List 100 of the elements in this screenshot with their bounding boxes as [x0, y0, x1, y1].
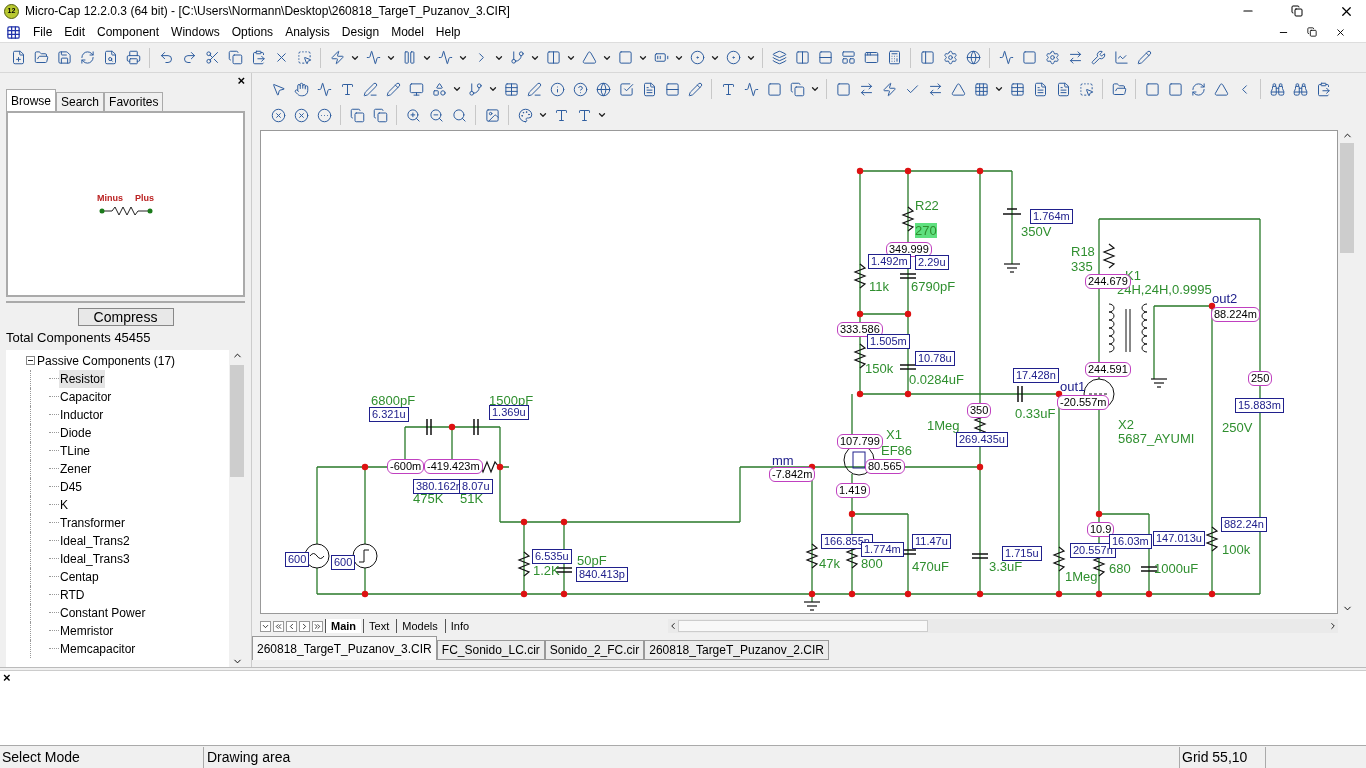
current-readout: 600: [331, 555, 356, 570]
tree-item[interactable]: Zener: [59, 459, 93, 478]
component-value: 150k: [865, 361, 894, 376]
component-value: 100k: [1222, 542, 1251, 557]
menu-item[interactable]: Component: [97, 23, 160, 41]
current-readout: 6.535u: [532, 549, 572, 564]
tree-item[interactable]: Ideal_Trans3: [59, 549, 131, 568]
panel-tab[interactable]: Favorites: [104, 92, 164, 111]
component-total: Total Components 45455: [6, 329, 151, 347]
tree-item[interactable]: Constant Power: [59, 603, 147, 622]
component-value: R18: [1071, 244, 1095, 259]
tree-item[interactable]: Inductor: [59, 405, 105, 424]
component-value: 1Meg: [1065, 569, 1098, 584]
node-name: out2: [1212, 291, 1238, 306]
file-tab[interactable]: FC_Sonido_LC.cir: [436, 640, 545, 660]
tree-item[interactable]: Passive Components (17): [37, 351, 176, 370]
component-value: 470uF: [912, 559, 949, 574]
status-message: Drawing area: [204, 746, 1180, 768]
voltage-readout: -600m: [387, 459, 425, 474]
menu-item[interactable]: Windows: [171, 23, 220, 41]
component-value: 270: [915, 223, 937, 238]
file-tab[interactable]: 260818_TargeT_Puzanov_3.CIR: [252, 636, 437, 660]
tree-item[interactable]: Memristor: [59, 621, 115, 640]
menu-item[interactable]: File: [33, 23, 53, 41]
component-value: 1.2K: [533, 563, 560, 578]
file-tab[interactable]: 260818_TargeT_Puzanov_2.CIR: [644, 640, 830, 660]
current-readout: 882.24n: [1221, 517, 1267, 532]
component-value: 1000uF: [1154, 561, 1199, 576]
pin-label: Plus: [135, 192, 154, 206]
component-value: 0.0284uF: [909, 372, 964, 387]
component-value: 680: [1109, 561, 1131, 576]
component-value: X1: [886, 427, 902, 442]
tree-item[interactable]: K: [59, 495, 69, 514]
current-readout: 147.013u: [1153, 531, 1205, 546]
node-name: out1: [1060, 379, 1086, 394]
current-readout: 1.715u: [1002, 546, 1042, 561]
tree-item[interactable]: Transformer: [59, 513, 126, 532]
component-value: 1500pF: [489, 393, 534, 408]
file-tab[interactable]: Sonido_2_FC.cir: [544, 640, 645, 660]
tree-item[interactable]: Resistor: [59, 369, 105, 388]
panel-tab[interactable]: Browse: [6, 89, 56, 111]
panel-tab[interactable]: Search: [56, 92, 105, 111]
voltage-readout: -20.557m: [1057, 395, 1110, 410]
component-value: 0.33uF: [1015, 406, 1056, 421]
component-value: 6800pF: [371, 393, 416, 408]
voltage-readout: 10.9: [1087, 522, 1115, 537]
component-value: 6790pF: [911, 279, 956, 294]
current-readout: 1.764m: [1030, 209, 1073, 224]
close-button[interactable]: ×: [0, 671, 11, 745]
tree-item[interactable]: Ideal_Trans2: [59, 531, 131, 550]
component-value: 475K: [413, 491, 444, 506]
close-button[interactable]: ×: [237, 75, 245, 87]
tree-item[interactable]: Centap: [59, 567, 100, 586]
component-value: 11k: [869, 279, 889, 294]
voltage-readout: 244.591: [1085, 362, 1131, 377]
current-readout: 15.883m: [1235, 398, 1284, 413]
compress-button[interactable]: Compress: [77, 308, 174, 326]
current-readout: 6.321u: [369, 407, 409, 422]
voltage-readout: 1.419: [836, 483, 870, 498]
tree-item[interactable]: Capacitor: [59, 387, 113, 406]
tree-item[interactable]: Memcapacitor: [59, 639, 137, 658]
window-title: Micro-Cap 12.2.0.3 (64 bit) - [C:\Users\Normann\Desktop\260818_TargeT_Puzanov_3.CIR]: [25, 3, 510, 20]
tree-item[interactable]: D45: [59, 477, 83, 496]
component-value: 335: [1071, 259, 1093, 274]
menu-item[interactable]: Analysis: [285, 23, 330, 41]
tree-item[interactable]: RTD: [59, 585, 86, 604]
component-value: 250V: [1222, 420, 1253, 435]
menu-item[interactable]: Options: [231, 23, 274, 41]
component-value: 47k: [819, 556, 840, 571]
tree-item[interactable]: TLine: [59, 441, 92, 460]
voltage-readout: 80.565: [865, 459, 905, 474]
menu-item[interactable]: Model: [391, 23, 424, 41]
current-readout: 10.78u: [915, 351, 955, 366]
component-value: X2: [1118, 417, 1134, 432]
current-readout: 1.369u: [489, 405, 529, 420]
pin-label: Minus: [97, 192, 123, 206]
tree-item[interactable]: Diode: [59, 423, 93, 442]
current-readout: 1.774m: [861, 542, 904, 557]
current-readout: 1.505m: [867, 334, 910, 349]
menu-item[interactable]: Design: [341, 23, 380, 41]
current-readout: 2.29u: [915, 255, 949, 270]
voltage-readout: 350: [967, 403, 992, 418]
component-value: EF86: [881, 443, 913, 458]
component-value: R22: [915, 198, 939, 213]
voltage-readout: 107.799: [837, 434, 883, 449]
menu-item[interactable]: Edit: [64, 23, 86, 41]
current-readout: 16.03m: [1109, 534, 1152, 549]
component-value: 3.3uF: [989, 559, 1023, 574]
component-value: 51K: [460, 491, 484, 506]
sheet-tab[interactable]: Main: [325, 619, 362, 633]
status-mode: Select Mode: [0, 746, 204, 768]
voltage-readout: -7.842m: [769, 467, 816, 482]
component-value: 1Meg: [927, 418, 960, 433]
voltage-readout: 88.224m: [1211, 307, 1260, 322]
node-name: mm: [772, 453, 794, 468]
menu-item[interactable]: Help: [435, 23, 461, 41]
voltage-readout: 250: [1248, 371, 1273, 386]
status-grid: Grid 55,10: [1180, 746, 1266, 768]
component-value: 800: [861, 556, 883, 571]
component-value: 350V: [1021, 224, 1052, 239]
